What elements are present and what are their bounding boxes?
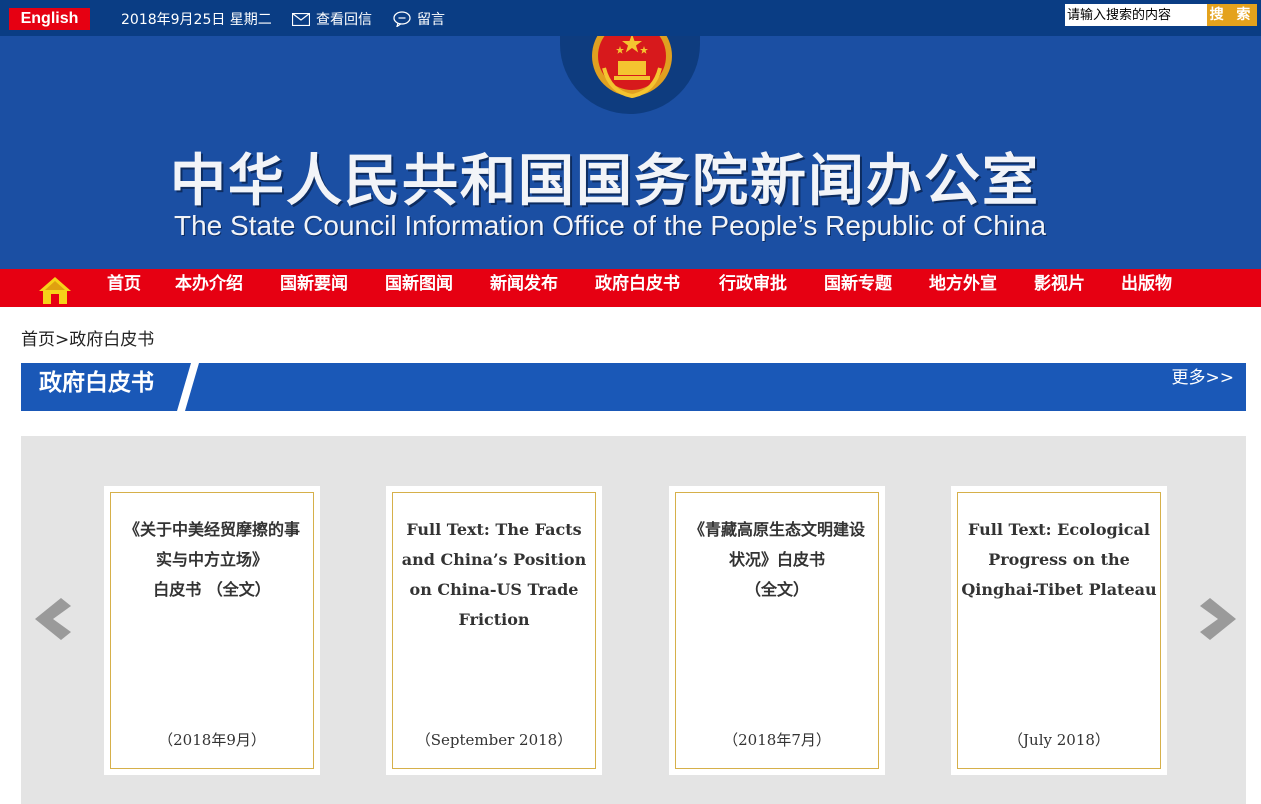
card-title-line: （全文） — [744, 580, 809, 599]
nav-item-white-papers[interactable]: 政府白皮书 — [595, 269, 680, 307]
nav-item-local-publicity[interactable]: 地方外宣 — [929, 269, 997, 307]
chevron-left-icon[interactable] — [31, 596, 75, 642]
card-date: （September 2018） — [415, 731, 573, 749]
card-title: 《关于中美经贸摩擦的事 实与中方立场》 白皮书 （全文） — [111, 515, 313, 605]
leave-message-label: 留言 — [417, 12, 445, 28]
white-paper-card[interactable]: Full Text: The Facts and China’s Positio… — [386, 486, 602, 775]
view-replies-link[interactable]: 查看回信 — [292, 9, 372, 29]
white-paper-card[interactable]: 《青藏高原生态文明建设 状况》白皮书 （全文） （2018年7月） — [669, 486, 885, 775]
header-banner: 中华人民共和国国务院新闻办公室 The State Council Inform… — [0, 36, 1261, 269]
card-title-line: 白皮书 （全文） — [153, 580, 271, 599]
card-title: Full Text: The Facts and China’s Positio… — [393, 515, 595, 635]
card-title-line: Friction — [458, 610, 530, 629]
card-frame: 《关于中美经贸摩擦的事 实与中方立场》 白皮书 （全文） （2018年9月） — [110, 492, 314, 769]
breadcrumb-current[interactable]: 政府白皮书 — [69, 330, 154, 350]
white-paper-card[interactable]: 《关于中美经贸摩擦的事 实与中方立场》 白皮书 （全文） （2018年9月） — [104, 486, 320, 775]
card-title-line: 《关于中美经贸摩擦的事 — [123, 520, 300, 539]
breadcrumb-home-link[interactable]: 首页 — [21, 330, 55, 350]
breadcrumb: 首页>政府白皮书 — [21, 325, 154, 350]
national-emblem — [592, 36, 672, 99]
nav-item-photo-news[interactable]: 国新图闻 — [385, 269, 453, 307]
white-paper-carousel: 《关于中美经贸摩擦的事 实与中方立场》 白皮书 （全文） （2018年9月） F… — [21, 436, 1246, 804]
nav-item-about[interactable]: 本办介绍 — [175, 269, 243, 307]
english-version-button[interactable]: English — [9, 8, 90, 30]
site-title-english: The State Council Information Office of … — [174, 210, 1047, 241]
house-icon[interactable] — [38, 275, 72, 305]
section-header: 政府白皮书 更多>> — [21, 363, 1246, 411]
card-frame: 《青藏高原生态文明建设 状况》白皮书 （全文） （2018年7月） — [675, 492, 879, 769]
card-title-line: Full Text: The Facts — [406, 520, 582, 539]
card-title-line: 实与中方立场》 — [155, 550, 268, 569]
search-input[interactable] — [1065, 4, 1207, 26]
card-title-line: Qinghai-Tibet Plateau — [961, 580, 1157, 599]
nav-item-films[interactable]: 影视片 — [1034, 269, 1085, 307]
card-title-line: 状况》白皮书 — [728, 550, 825, 569]
section-title-divider — [177, 363, 199, 411]
card-date: （2018年9月） — [158, 731, 266, 749]
section-title: 政府白皮书 — [39, 370, 154, 396]
card-title-line: Full Text: Ecological — [968, 520, 1150, 539]
card-title-line: Progress on the — [988, 550, 1130, 569]
card-title: 《青藏高原生态文明建设 状况》白皮书 （全文） — [676, 515, 878, 605]
leave-message-link[interactable]: 留言 — [393, 9, 445, 29]
card-title-line: on China-US Trade — [409, 580, 579, 599]
nav-item-administrative-approval[interactable]: 行政审批 — [719, 269, 787, 307]
nav-item-special-topics[interactable]: 国新专题 — [824, 269, 892, 307]
main-navigation: 首页 本办介绍 国新要闻 国新图闻 新闻发布 政府白皮书 行政审批 国新专题 地… — [0, 269, 1261, 307]
breadcrumb-separator: > — [55, 330, 70, 350]
nav-item-publications[interactable]: 出版物 — [1121, 269, 1172, 307]
current-date: 2018年9月25日 星期二 — [121, 12, 272, 28]
card-title-line: and China’s Position — [401, 550, 587, 569]
nav-item-press-releases[interactable]: 新闻发布 — [490, 269, 558, 307]
card-frame: Full Text: The Facts and China’s Positio… — [392, 492, 596, 769]
white-paper-card[interactable]: Full Text: Ecological Progress on the Qi… — [951, 486, 1167, 775]
nav-item-news[interactable]: 国新要闻 — [280, 269, 348, 307]
card-frame: Full Text: Ecological Progress on the Qi… — [957, 492, 1161, 769]
card-title-line: 《青藏高原生态文明建设 — [688, 520, 865, 539]
envelope-icon — [292, 12, 310, 26]
card-date: （2018年7月） — [723, 731, 831, 749]
chevron-right-icon[interactable] — [1196, 596, 1240, 642]
top-bar: English 2018年9月25日 星期二 查看回信 留言 搜 索 — [0, 0, 1261, 36]
more-link[interactable]: 更多>> — [1172, 363, 1235, 411]
nav-item-home[interactable]: 首页 — [107, 269, 141, 307]
site-title-chinese: 中华人民共和国国务院新闻办公室 — [170, 149, 1040, 214]
view-replies-label: 查看回信 — [316, 12, 372, 28]
speech-bubble-icon — [393, 11, 411, 27]
search-button[interactable]: 搜 索 — [1207, 4, 1257, 26]
card-title: Full Text: Ecological Progress on the Qi… — [958, 515, 1160, 605]
card-date: （July 2018） — [1008, 731, 1110, 749]
